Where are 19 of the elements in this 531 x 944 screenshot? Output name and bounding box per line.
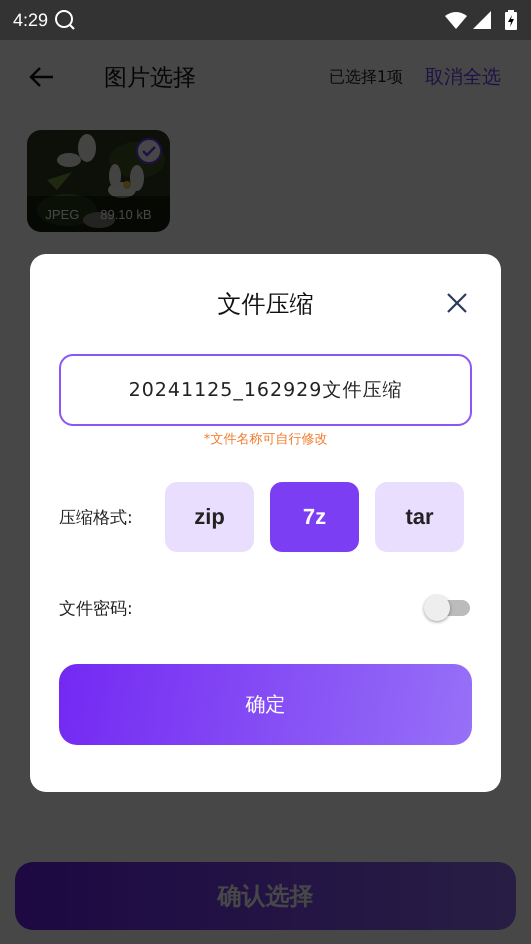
- dialog-title: 文件压缩: [218, 289, 314, 320]
- password-toggle[interactable]: [424, 595, 472, 621]
- search-icon: [54, 9, 76, 31]
- format-option[interactable]: zip: [165, 482, 254, 552]
- filename-field[interactable]: 20241125_162929文件压缩: [59, 354, 472, 426]
- format-label: 压缩格式:: [59, 506, 134, 528]
- selected-count: 已选择1项: [328, 66, 403, 88]
- filename-hint: *文件名称可自行修改: [204, 431, 328, 448]
- image-format: JPEG: [45, 206, 80, 222]
- image-size: 89.10 kB: [100, 206, 152, 222]
- password-label: 文件密码:: [59, 598, 134, 620]
- status-time: 4:29: [13, 10, 48, 30]
- battery-icon: [505, 10, 517, 30]
- signal-icon: [473, 11, 491, 29]
- confirm-button[interactable]: 确定: [59, 664, 472, 745]
- format-option[interactable]: tar: [375, 482, 464, 552]
- page-title: 图片选择: [104, 64, 196, 92]
- wifi-icon: [445, 11, 467, 29]
- format-option[interactable]: 7z: [270, 482, 359, 552]
